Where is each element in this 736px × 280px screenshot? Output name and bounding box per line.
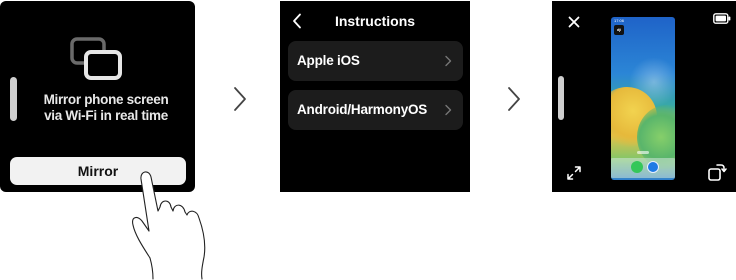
phone-dock (611, 158, 675, 178)
chevron-right-icon (508, 87, 520, 111)
mirror-screen: Mirror phone screen via Wi-Fi in real ti… (0, 1, 195, 192)
mirroring-screen: 17:06 dji (552, 1, 736, 192)
page-indicator (637, 151, 649, 154)
list-item-apple-ios[interactable]: Apple iOS (288, 41, 463, 81)
chevron-right-icon (234, 87, 246, 111)
scroll-handle[interactable] (558, 76, 564, 120)
instructions-title: Instructions (334, 13, 416, 29)
chevron-right-icon (445, 104, 452, 116)
scroll-handle[interactable] (10, 77, 17, 121)
chevron-right-icon (445, 55, 452, 67)
list-item-android-harmonyos[interactable]: Android/HarmonyOS (288, 90, 463, 130)
battery-icon (713, 13, 731, 24)
phone-status-time: 17:06 (614, 18, 625, 23)
description-line-2: via Wi-Fi in real time (44, 108, 168, 123)
rotate-icon[interactable] (707, 162, 727, 182)
hand-pointer-icon (132, 171, 206, 280)
description-line-1: Mirror phone screen (43, 92, 169, 107)
safari-app-icon (647, 161, 659, 173)
expand-icon[interactable] (566, 165, 582, 181)
phone-app-icon (631, 161, 643, 173)
dji-app-icon: dji (614, 25, 624, 35)
phone-screen-preview: 17:06 dji (611, 17, 675, 180)
mirror-icon (70, 37, 122, 80)
mirror-description: Mirror phone screen via Wi-Fi in real ti… (26, 92, 186, 124)
instructions-screen: Instructions Apple iOS Android/HarmonyOS (280, 1, 470, 192)
close-icon[interactable] (568, 16, 580, 28)
list-item-label: Android/HarmonyOS (297, 102, 428, 117)
list-item-label: Apple iOS (297, 53, 360, 68)
